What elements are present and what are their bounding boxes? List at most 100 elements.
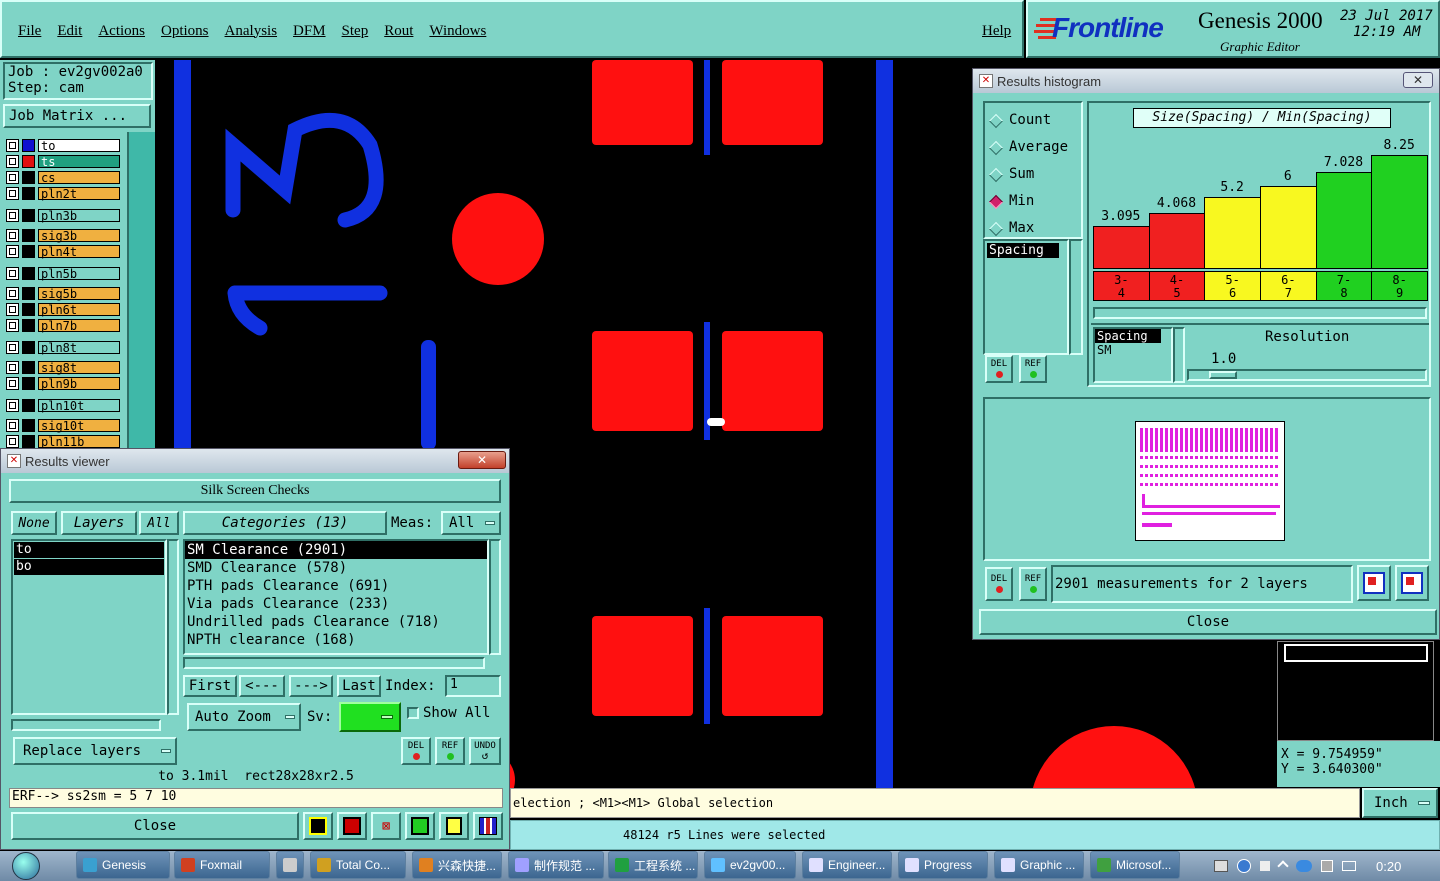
radio-icon[interactable] bbox=[988, 194, 1004, 209]
del-button[interactable]: DEL bbox=[401, 737, 431, 765]
taskbar-item[interactable]: Graphic ... bbox=[994, 851, 1084, 879]
histogram-category[interactable]: 7- 8 bbox=[1315, 271, 1373, 301]
layer-row[interactable]: pln5b bbox=[6, 266, 120, 280]
del-button[interactable]: DEL bbox=[985, 355, 1013, 383]
layer-name[interactable]: sig3b bbox=[38, 228, 120, 242]
severity-dropdown[interactable] bbox=[339, 702, 401, 732]
tray-icon[interactable] bbox=[1260, 861, 1270, 871]
menu-file[interactable]: File bbox=[18, 19, 41, 40]
keyboard-icon[interactable] bbox=[1214, 860, 1228, 872]
layer-row[interactable]: pln11b bbox=[6, 434, 120, 448]
spacing-list-scrollbar[interactable] bbox=[1173, 327, 1185, 383]
undo-button[interactable]: UNDO ↺ bbox=[469, 737, 501, 765]
histogram-category[interactable]: 8- 9 bbox=[1371, 271, 1428, 301]
layer-name[interactable]: pln9b bbox=[38, 376, 120, 390]
del-button[interactable]: DEL bbox=[985, 567, 1013, 601]
layer-name[interactable]: sig10t bbox=[38, 418, 120, 432]
layer-row[interactable]: pln6t bbox=[6, 302, 120, 316]
menu-help[interactable]: Help bbox=[982, 19, 1011, 40]
close-window-button[interactable]: ✕ bbox=[1403, 72, 1433, 88]
histogram-bar[interactable] bbox=[1371, 155, 1428, 269]
list-item[interactable]: to bbox=[14, 542, 164, 558]
list-item[interactable]: SMD Clearance (578) bbox=[185, 559, 487, 577]
layer-color-swatch[interactable] bbox=[22, 266, 35, 280]
start-button[interactable] bbox=[4, 851, 48, 881]
layer-checkbox[interactable] bbox=[6, 360, 19, 374]
categories-list[interactable]: SM Clearance (2901) SMD Clearance (578) … bbox=[183, 539, 489, 655]
layer-checkbox[interactable] bbox=[6, 244, 19, 258]
taskbar-item[interactable]: 制作规范 ... bbox=[508, 851, 604, 879]
layer-checkbox[interactable] bbox=[6, 418, 19, 432]
export-chart-button[interactable] bbox=[1357, 565, 1391, 601]
clock[interactable]: 0:20 bbox=[1376, 859, 1401, 874]
layer-checkbox[interactable] bbox=[6, 302, 19, 316]
layer-checkbox[interactable] bbox=[6, 138, 19, 152]
histogram-bar[interactable] bbox=[1204, 197, 1261, 269]
attribute-list[interactable]: Spacing bbox=[983, 239, 1069, 355]
layer-color-swatch[interactable] bbox=[22, 286, 35, 300]
layer-checkbox[interactable] bbox=[6, 340, 19, 354]
layer-name[interactable]: cs bbox=[38, 170, 120, 184]
list-item[interactable]: NPTH clearance (168) bbox=[185, 631, 487, 649]
taskbar-item[interactable]: Microsof... bbox=[1090, 851, 1180, 879]
layer-color-swatch[interactable] bbox=[22, 360, 35, 374]
taskbar-item[interactable]: ev2gv00... bbox=[704, 851, 796, 879]
help-icon[interactable] bbox=[1237, 859, 1251, 873]
histogram-category[interactable]: 4- 5 bbox=[1148, 271, 1206, 301]
layer-list-hscroll[interactable] bbox=[11, 719, 161, 731]
layer-color-swatch[interactable] bbox=[22, 418, 35, 432]
histogram-tool-icon[interactable] bbox=[473, 812, 503, 840]
layer-name[interactable]: pln11b bbox=[38, 434, 120, 448]
taskbar-item[interactable]: Engineer... bbox=[802, 851, 892, 879]
layer-name[interactable]: sig5b bbox=[38, 286, 120, 300]
taskbar-item[interactable]: Total Co... bbox=[310, 851, 406, 879]
layer-color-swatch[interactable] bbox=[22, 186, 35, 200]
resolution-slider[interactable] bbox=[1187, 369, 1427, 381]
menu-rout[interactable]: Rout bbox=[384, 19, 413, 40]
categories-hscroll[interactable] bbox=[183, 657, 485, 669]
tool-icon[interactable] bbox=[337, 812, 367, 840]
ref-button[interactable]: REF bbox=[1019, 567, 1047, 601]
taskbar-item[interactable]: 工程系统 ... bbox=[608, 851, 698, 879]
layer-checkbox[interactable] bbox=[6, 376, 19, 390]
categories-button[interactable]: Categories (13) bbox=[183, 511, 387, 535]
layer-checkbox[interactable] bbox=[6, 286, 19, 300]
auto-zoom-dropdown[interactable]: Auto Zoom bbox=[187, 703, 301, 731]
meas-dropdown[interactable]: All bbox=[441, 511, 501, 535]
list-item[interactable]: Spacing bbox=[987, 243, 1059, 258]
layer-name[interactable]: pln7b bbox=[38, 318, 120, 332]
histogram-category[interactable]: 6- 7 bbox=[1260, 271, 1317, 301]
layer-result-list[interactable]: to bo bbox=[11, 539, 167, 715]
mode-option-count[interactable]: Count bbox=[988, 107, 1081, 134]
radio-icon[interactable] bbox=[988, 221, 1004, 236]
layer-color-swatch[interactable] bbox=[22, 154, 35, 168]
layer-color-swatch[interactable] bbox=[22, 170, 35, 184]
layer-row[interactable]: pln2t bbox=[6, 186, 120, 200]
layer-checkbox[interactable] bbox=[6, 228, 19, 242]
radio-icon[interactable] bbox=[988, 113, 1004, 128]
ref-button[interactable]: REF bbox=[1019, 355, 1047, 383]
menu-step[interactable]: Step bbox=[342, 19, 369, 40]
layer-name[interactable]: ts bbox=[38, 154, 120, 168]
layer-name[interactable]: pln5b bbox=[38, 266, 120, 280]
layer-checkbox[interactable] bbox=[6, 434, 19, 448]
show-all-checkbox[interactable] bbox=[407, 707, 419, 719]
none-button[interactable]: None bbox=[11, 511, 57, 535]
job-matrix-button[interactable]: Job Matrix ... bbox=[3, 104, 151, 128]
list-item[interactable]: SM bbox=[1095, 343, 1171, 357]
layer-color-swatch[interactable] bbox=[22, 434, 35, 448]
list-item[interactable]: Undrilled pads Clearance (718) bbox=[185, 613, 487, 631]
mode-option-max[interactable]: Max bbox=[988, 215, 1081, 242]
taskbar-item[interactable]: Foxmail bbox=[174, 851, 270, 879]
layer-checkbox[interactable] bbox=[6, 154, 19, 168]
tool-icon[interactable]: ⊠ bbox=[371, 812, 401, 840]
list-item[interactable]: Spacing bbox=[1095, 329, 1161, 343]
list-item[interactable]: SM Clearance (2901) bbox=[185, 541, 487, 559]
list-item[interactable]: bo bbox=[14, 559, 164, 575]
layers-button[interactable]: Layers bbox=[61, 511, 137, 535]
histogram-close-button[interactable]: Close bbox=[979, 609, 1437, 635]
layer-checkbox[interactable] bbox=[6, 318, 19, 332]
close-window-button[interactable]: ✕ bbox=[458, 451, 506, 469]
layer-list-scrollbar[interactable] bbox=[167, 539, 179, 715]
prev-button[interactable]: <--- bbox=[239, 675, 285, 697]
